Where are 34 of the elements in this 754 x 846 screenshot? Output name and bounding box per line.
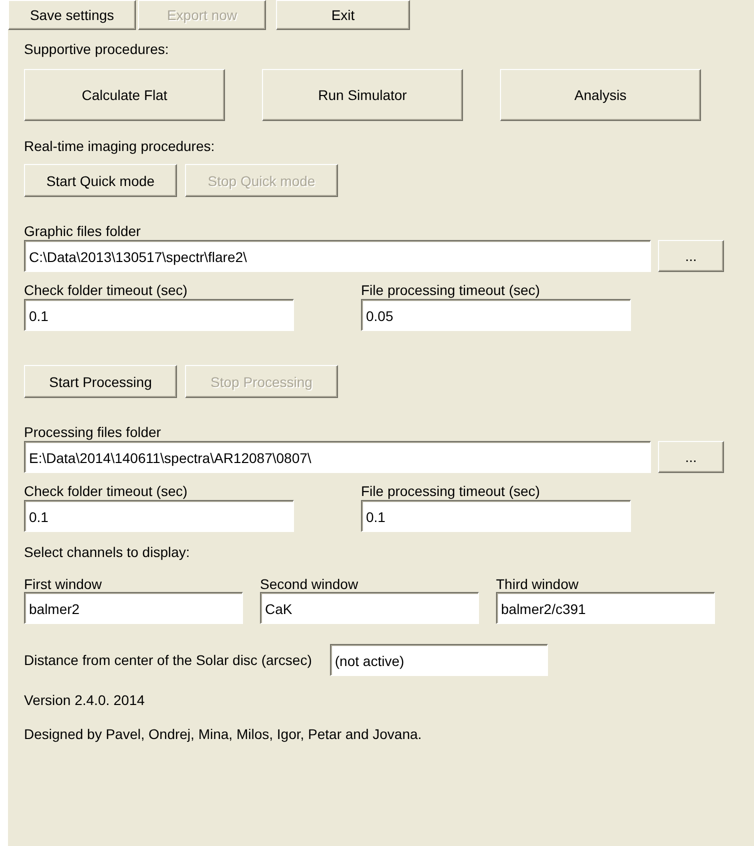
procedure-button[interactable]: Run Simulator <box>262 69 463 121</box>
folder-field[interactable]: E:\Data\2014\140611\spectra\AR12087\0807\ <box>24 441 651 473</box>
text-field[interactable]: 0.1 <box>24 500 294 532</box>
browse-button[interactable]: ... <box>658 240 724 272</box>
section-label: Real-time imaging procedures: <box>24 138 216 154</box>
version-text: Version 2.4.0. 2014 <box>24 692 146 708</box>
text-field[interactable]: 0.05 <box>361 299 631 331</box>
field-label: Second window <box>260 576 360 592</box>
text-field[interactable]: 0.1 <box>24 299 294 331</box>
folder-field[interactable]: C:\Data\2013\130517\spectr\flare2\ <box>24 240 651 272</box>
field-label: Graphic files folder <box>24 223 142 239</box>
field-label: Processing files folder <box>24 424 162 440</box>
credits-text: Designed by Pavel, Ondrej, Mina, Milos, Igor, Petar and Jovana. <box>24 726 423 742</box>
field-label: Check folder timeout (sec) <box>24 483 188 499</box>
processing-button[interactable]: Start Processing <box>24 365 177 398</box>
toolbar-button[interactable]: Exit <box>276 0 410 30</box>
distance-field[interactable]: (not active) <box>330 644 548 676</box>
procedure-button[interactable]: Analysis <box>500 69 701 121</box>
section-label: Supportive procedures: <box>24 41 170 57</box>
text-field[interactable]: 0.1 <box>361 500 631 532</box>
field-label: Third window <box>496 576 580 592</box>
toolbar-button[interactable]: Save settings <box>8 0 136 30</box>
field-label: First window <box>24 576 103 592</box>
procedure-button[interactable]: Calculate Flat <box>24 69 225 121</box>
section-label: Select channels to display: <box>24 544 191 560</box>
field-label: File processing timeout (sec) <box>361 483 541 499</box>
browse-button[interactable]: ... <box>658 441 724 473</box>
field-label: Distance from center of the Solar disc (arcsec) <box>24 652 312 668</box>
mode-button[interactable]: Start Quick mode <box>24 164 177 197</box>
field-label: File processing timeout (sec) <box>361 282 541 298</box>
text-field[interactable]: CaK <box>260 592 479 624</box>
text-field[interactable]: balmer2/c391 <box>496 592 715 624</box>
text-field[interactable]: balmer2 <box>24 592 243 624</box>
field-label: Check folder timeout (sec) <box>24 282 188 298</box>
